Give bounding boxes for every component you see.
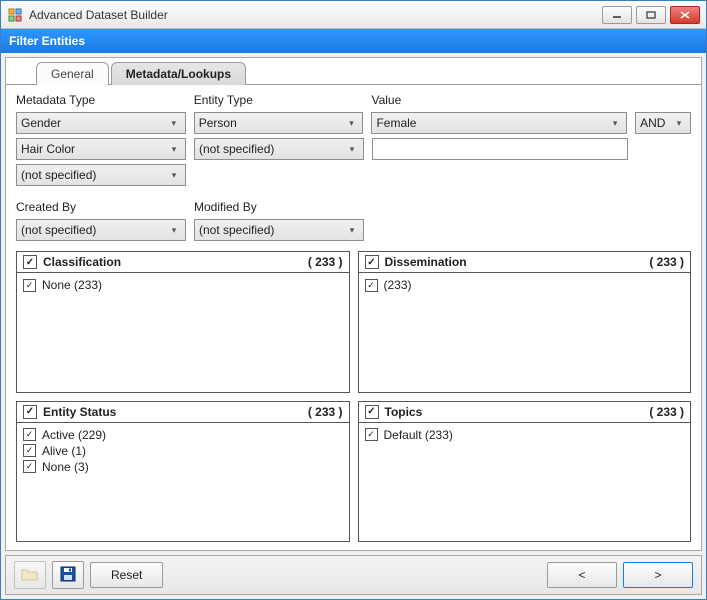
created-by-select[interactable]: (not specified) ▾ bbox=[16, 219, 186, 241]
panel-entity-status: ✓ Entity Status ( 233 ) ✓ Active (229) ✓ Al… bbox=[16, 401, 350, 543]
label-created-by: Created By bbox=[16, 200, 186, 214]
checkbox-icon[interactable]: ✓ bbox=[365, 279, 378, 292]
footer-bar: Reset < > bbox=[5, 555, 702, 595]
panel-dissemination: ✓ Dissemination ( 233 ) ✓ (233) bbox=[358, 251, 692, 393]
list-item[interactable]: ✓ Alive (1) bbox=[23, 443, 343, 459]
folder-open-icon bbox=[21, 567, 39, 584]
section-header: Filter Entities bbox=[1, 29, 706, 53]
label-modified-by: Modified By bbox=[194, 200, 364, 214]
modified-by-select[interactable]: (not specified) ▾ bbox=[194, 219, 364, 241]
list-item[interactable]: ✓ Active (229) bbox=[23, 427, 343, 443]
chevron-down-icon: ▾ bbox=[167, 225, 181, 236]
list-item[interactable]: ✓ None (233) bbox=[23, 277, 343, 293]
combo-text: Hair Color bbox=[21, 142, 167, 156]
chevron-down-icon: ▾ bbox=[672, 118, 686, 129]
combo-text: (not specified) bbox=[199, 142, 345, 156]
operator-select-1[interactable]: AND ▾ bbox=[635, 112, 691, 134]
metadata-type-select-1[interactable]: Gender ▾ bbox=[16, 112, 186, 134]
window-title: Advanced Dataset Builder bbox=[29, 8, 602, 22]
maximize-button[interactable] bbox=[636, 6, 666, 24]
save-icon bbox=[60, 566, 76, 585]
item-label: None (3) bbox=[42, 460, 89, 474]
panel-body: ✓ (233) bbox=[359, 273, 691, 392]
tabs: General Metadata/Lookups bbox=[6, 58, 701, 84]
panel-check-classification[interactable]: ✓ bbox=[23, 255, 37, 269]
panel-title: Entity Status bbox=[43, 405, 308, 419]
checkbox-icon[interactable]: ✓ bbox=[23, 279, 36, 292]
prev-button[interactable]: < bbox=[547, 562, 617, 588]
tab-general[interactable]: General bbox=[36, 62, 109, 85]
content-area: General Metadata/Lookups Metadata Type E… bbox=[5, 57, 702, 551]
app-icon bbox=[7, 7, 23, 23]
label-entity-type: Entity Type bbox=[194, 93, 364, 107]
button-label: Reset bbox=[111, 568, 142, 582]
app-window: Advanced Dataset Builder Filter Entities… bbox=[0, 0, 707, 600]
item-label: (233) bbox=[384, 278, 412, 292]
panel-body: ✓ Default (233) bbox=[359, 423, 691, 542]
list-item[interactable]: ✓ None (3) bbox=[23, 459, 343, 475]
close-button[interactable] bbox=[670, 6, 700, 24]
combo-text: Gender bbox=[21, 116, 167, 130]
value-input-2[interactable] bbox=[372, 138, 628, 160]
chevron-down-icon: ▾ bbox=[167, 118, 181, 129]
chevron-down-icon: ▾ bbox=[345, 225, 359, 236]
panel-body: ✓ Active (229) ✓ Alive (1) ✓ None (3) bbox=[17, 423, 349, 542]
item-label: None (233) bbox=[42, 278, 102, 292]
chevron-down-icon: ▾ bbox=[167, 144, 181, 155]
item-label: Alive (1) bbox=[42, 444, 86, 458]
panel-check-topics[interactable]: ✓ bbox=[365, 405, 379, 419]
item-label: Active (229) bbox=[42, 428, 106, 442]
chevron-down-icon: ▾ bbox=[167, 170, 181, 181]
window-controls bbox=[602, 6, 700, 24]
panel-classification: ✓ Classification ( 233 ) ✓ None (233) bbox=[16, 251, 350, 393]
panel-body: ✓ None (233) bbox=[17, 273, 349, 392]
combo-text: Person bbox=[199, 116, 345, 130]
list-item[interactable]: ✓ (233) bbox=[365, 277, 685, 293]
combo-text: (not specified) bbox=[21, 168, 167, 182]
list-item[interactable]: ✓ Default (233) bbox=[365, 427, 685, 443]
panel-count: ( 233 ) bbox=[649, 255, 684, 269]
combo-text: Female bbox=[376, 116, 608, 130]
value-select-1[interactable]: Female ▾ bbox=[371, 112, 627, 134]
panel-count: ( 233 ) bbox=[649, 405, 684, 419]
tab-metadata-lookups[interactable]: Metadata/Lookups bbox=[111, 62, 246, 85]
tab-body: Metadata Type Entity Type Value Gender ▾… bbox=[6, 84, 701, 550]
panel-title: Dissemination bbox=[385, 255, 650, 269]
chevron-down-icon: ▾ bbox=[345, 144, 359, 155]
panel-count: ( 233 ) bbox=[308, 255, 343, 269]
chevron-down-icon: ▾ bbox=[608, 118, 622, 129]
combo-text: (not specified) bbox=[21, 223, 167, 237]
combo-text: AND bbox=[640, 116, 672, 130]
combo-text: (not specified) bbox=[199, 223, 345, 237]
next-button[interactable]: > bbox=[623, 562, 693, 588]
checkbox-icon[interactable]: ✓ bbox=[23, 460, 36, 473]
chevron-down-icon: ▾ bbox=[344, 118, 358, 129]
metadata-type-select-2[interactable]: Hair Color ▾ bbox=[16, 138, 186, 160]
label-metadata-type: Metadata Type bbox=[16, 93, 186, 107]
panel-title: Topics bbox=[385, 405, 650, 419]
label-value: Value bbox=[371, 93, 627, 107]
open-button[interactable] bbox=[14, 561, 46, 589]
panel-title: Classification bbox=[43, 255, 308, 269]
checkbox-icon[interactable]: ✓ bbox=[365, 428, 378, 441]
panel-topics: ✓ Topics ( 233 ) ✓ Default (233) bbox=[358, 401, 692, 543]
reset-button[interactable]: Reset bbox=[90, 562, 163, 588]
section-title: Filter Entities bbox=[9, 34, 85, 48]
minimize-button[interactable] bbox=[602, 6, 632, 24]
entity-type-select-2[interactable]: (not specified) ▾ bbox=[194, 138, 364, 160]
button-label: < bbox=[578, 568, 585, 582]
panel-count: ( 233 ) bbox=[308, 405, 343, 419]
panel-check-dissemination[interactable]: ✓ bbox=[365, 255, 379, 269]
item-label: Default (233) bbox=[384, 428, 453, 442]
checkbox-icon[interactable]: ✓ bbox=[23, 428, 36, 441]
save-button[interactable] bbox=[52, 561, 84, 589]
entity-type-select-1[interactable]: Person ▾ bbox=[194, 112, 364, 134]
titlebar: Advanced Dataset Builder bbox=[1, 1, 706, 29]
checkbox-icon[interactable]: ✓ bbox=[23, 444, 36, 457]
metadata-type-select-3[interactable]: (not specified) ▾ bbox=[16, 164, 186, 186]
panel-check-entity-status[interactable]: ✓ bbox=[23, 405, 37, 419]
button-label: > bbox=[654, 568, 661, 582]
